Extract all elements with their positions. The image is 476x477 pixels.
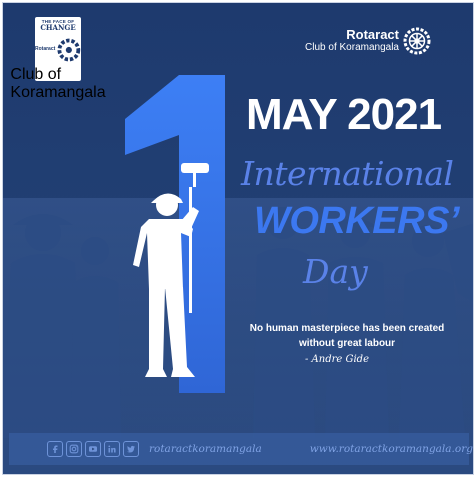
logo-brand-sub: Club of Koramangala (10, 66, 106, 101)
painter-silhouette (133, 163, 209, 377)
rotaract-club: Club of Koramangala (305, 42, 399, 53)
rotary-wheel-icon (403, 27, 431, 55)
logo-line2: CHANGE (40, 23, 76, 32)
headline-day: Day (303, 252, 368, 291)
instagram-icon[interactable] (66, 441, 82, 457)
poster: 1 THE FACE OF CHANGE Rotaract (2, 2, 474, 475)
rotary-wheel-small-icon (57, 38, 81, 62)
date-heading: MAY 2021 (246, 90, 442, 139)
footer-bar: rotaractkoramangala www.rotaractkoramang… (9, 433, 473, 465)
quote-author: - Andre Gide (305, 354, 370, 365)
social-handle[interactable]: rotaractkoramangala (149, 443, 262, 455)
logo-brand: Rotaract (35, 46, 56, 52)
twitter-icon[interactable] (123, 441, 139, 457)
rotaract-logo: Rotaract Club of Koramangala (305, 27, 431, 55)
website-link[interactable]: www.rotaractkoramangala.org (310, 443, 473, 455)
social-icons (47, 441, 139, 457)
headline-workers: WORKERS’ (254, 200, 460, 242)
face-of-change-logo: THE FACE OF CHANGE Rotaract Club of Kora… (10, 17, 106, 101)
linkedin-icon[interactable] (104, 441, 120, 457)
facebook-icon[interactable] (47, 441, 63, 457)
rotaract-name: Rotaract (346, 27, 399, 42)
headline-international: International (241, 154, 454, 193)
youtube-icon[interactable] (85, 441, 101, 457)
quote-text: No human masterpiece has been created wi… (249, 323, 445, 349)
